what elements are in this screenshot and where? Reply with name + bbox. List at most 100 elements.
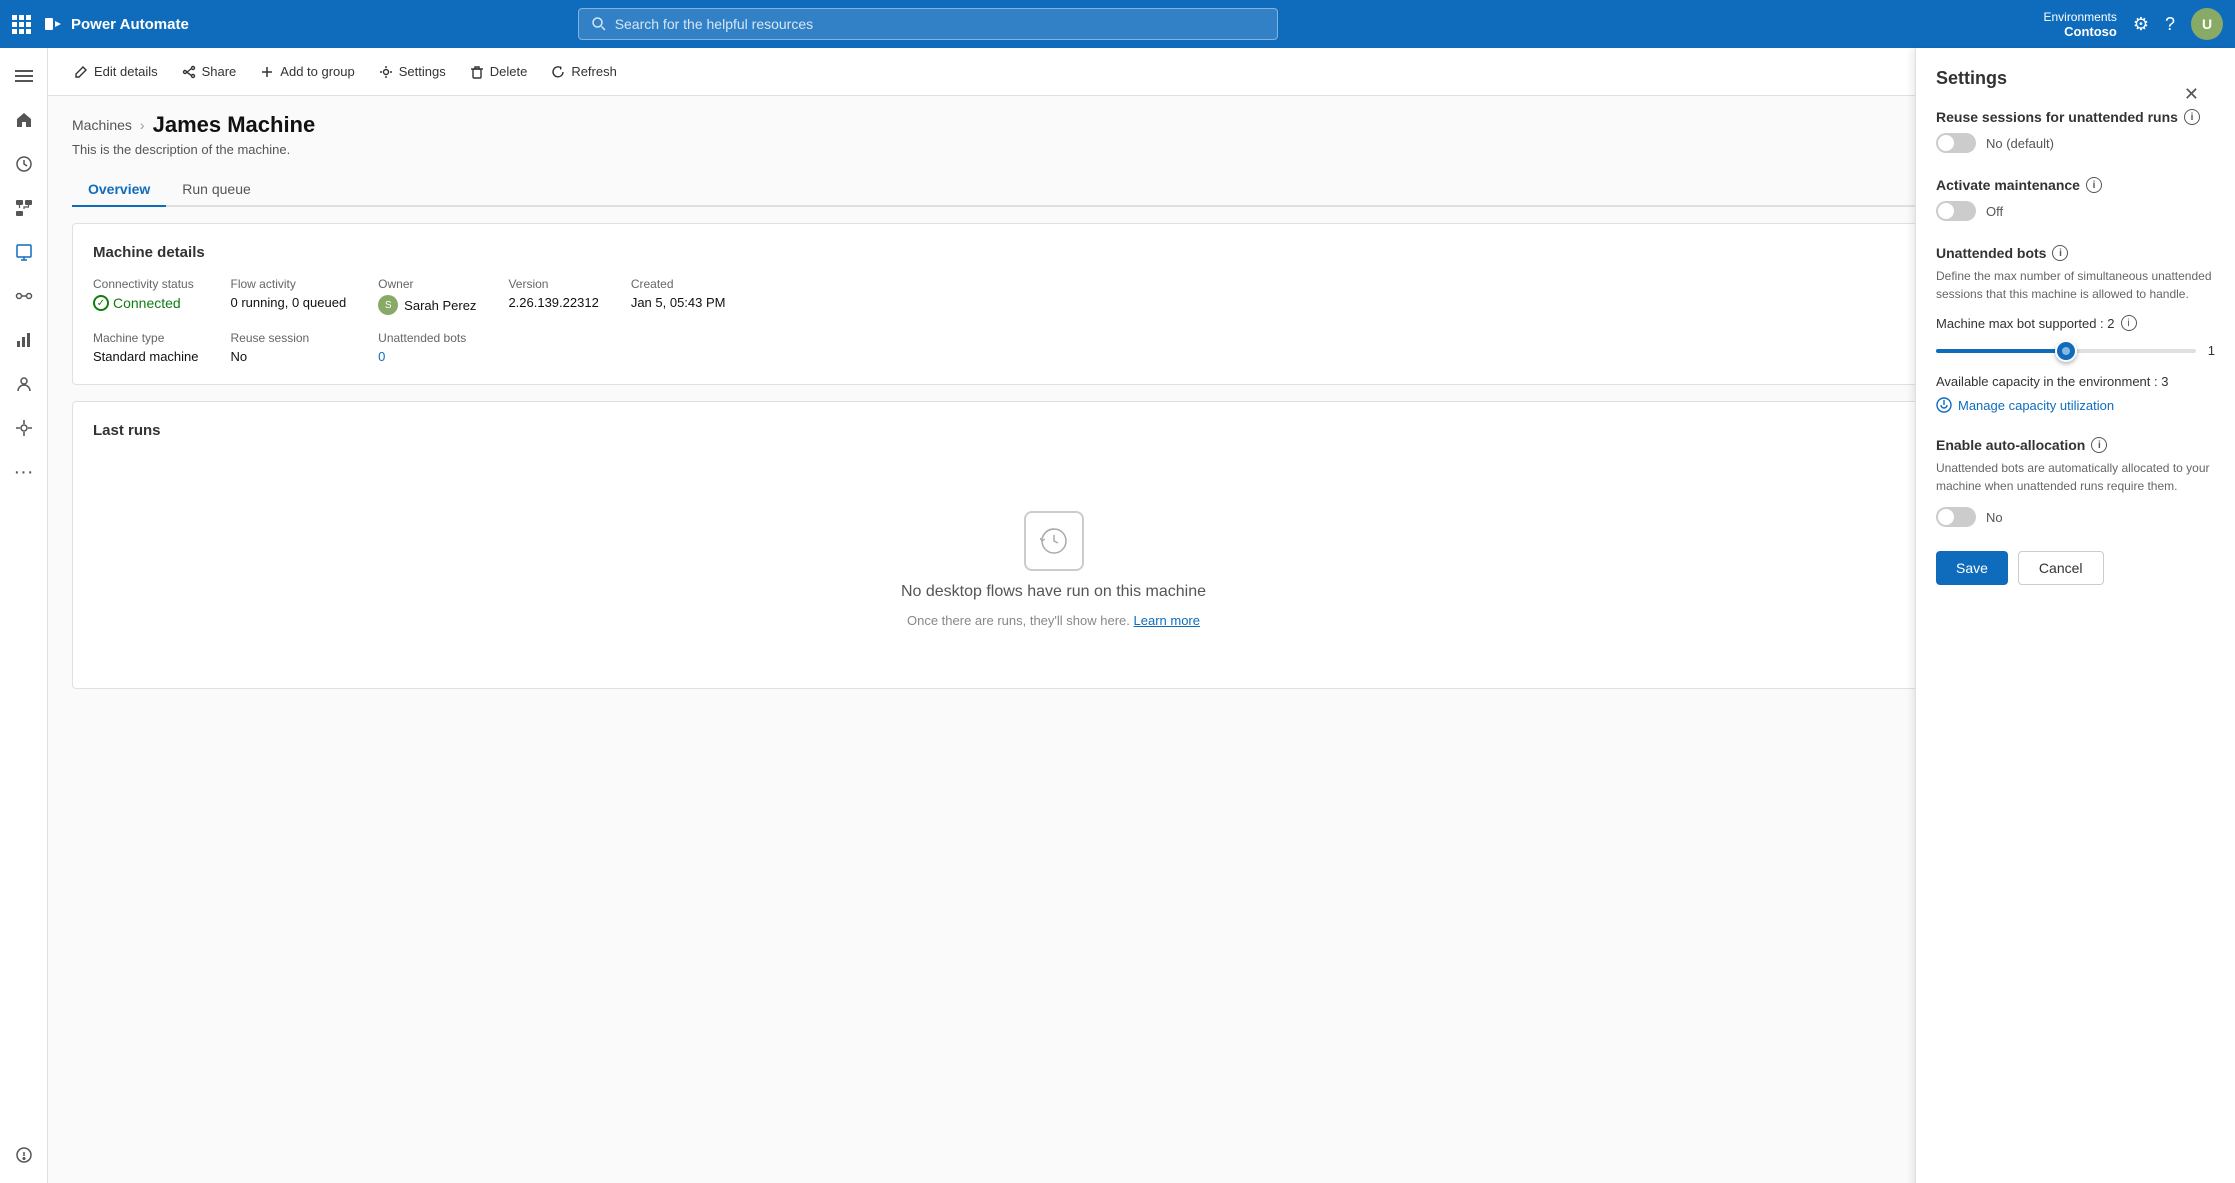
edit-icon bbox=[74, 65, 88, 79]
unattended-bots-title: Unattended bots i bbox=[1936, 245, 2215, 261]
slider-fill bbox=[1936, 349, 2066, 353]
maintenance-label: Off bbox=[1986, 204, 2003, 219]
version-label: Version bbox=[508, 277, 598, 291]
flow-activity-item: Flow activity 0 running, 0 queued bbox=[231, 277, 347, 315]
sidebar-item-activity[interactable] bbox=[4, 144, 44, 184]
sidebar-item-ai[interactable] bbox=[4, 408, 44, 448]
created-label: Created bbox=[631, 277, 2014, 291]
sidebar-item-bottom[interactable] bbox=[4, 1135, 44, 1175]
main-panel: Machine details Connectivity status Conn… bbox=[72, 223, 2035, 689]
reuse-sessions-title: Reuse sessions for unattended runs i bbox=[1936, 109, 2215, 125]
breadcrumb-parent[interactable]: Machines bbox=[72, 117, 132, 133]
empty-sub: Once there are runs, they'll show here. … bbox=[907, 613, 1200, 628]
machine-max-info-icon[interactable]: i bbox=[2121, 315, 2137, 331]
empty-icon bbox=[1024, 511, 1084, 571]
cancel-button[interactable]: Cancel bbox=[2018, 551, 2104, 585]
empty-state: No desktop flows have run on this machin… bbox=[93, 471, 2014, 668]
delete-button[interactable]: Delete bbox=[460, 58, 538, 85]
search-bar[interactable] bbox=[578, 8, 1278, 40]
unattended-bots-item: Unattended bots 0 bbox=[378, 331, 476, 364]
help-icon[interactable]: ? bbox=[2165, 14, 2175, 35]
sidebar-item-connections[interactable] bbox=[4, 276, 44, 316]
edit-details-button[interactable]: Edit details bbox=[64, 58, 168, 85]
breadcrumb-sep: › bbox=[140, 117, 145, 133]
version-item: Version 2.26.139.22312 bbox=[508, 277, 598, 315]
auto-allocation-toggle-row: No bbox=[1936, 507, 2215, 527]
auto-allocation-label: No bbox=[1986, 510, 2003, 525]
machine-details-card: Machine details Connectivity status Conn… bbox=[72, 223, 2035, 385]
unattended-bots-section: Unattended bots i Define the max number … bbox=[1936, 245, 2215, 413]
sidebar-item-shared[interactable] bbox=[4, 364, 44, 404]
app-layout: ··· Edit details Share Add to group bbox=[0, 48, 2235, 1183]
reuse-session-label: Reuse session bbox=[231, 331, 347, 345]
sidebar-item-menu[interactable] bbox=[4, 56, 44, 96]
settings-icon[interactable]: ⚙ bbox=[2133, 14, 2149, 35]
maintenance-section: Activate maintenance i Off bbox=[1936, 177, 2215, 221]
auto-allocation-info-icon[interactable]: i bbox=[2091, 437, 2107, 453]
settings-panel-inner: Settings ✕ Reuse sessions for unattended… bbox=[1936, 68, 2215, 585]
last-runs-header: Last runs See all runs bbox=[93, 422, 2014, 455]
search-input[interactable] bbox=[615, 16, 1265, 32]
manage-capacity-icon bbox=[1936, 397, 1952, 413]
auto-allocation-toggle[interactable] bbox=[1936, 507, 1976, 527]
sidebar-item-home[interactable] bbox=[4, 100, 44, 140]
reuse-sessions-info-icon[interactable]: i bbox=[2184, 109, 2200, 125]
nav-right: Environments Contoso ⚙ ? U bbox=[2043, 8, 2223, 40]
settings-actions: Save Cancel bbox=[1936, 551, 2215, 585]
reuse-session-value: No bbox=[231, 349, 347, 364]
unattended-bots-desc: Define the max number of simultaneous un… bbox=[1936, 267, 2215, 303]
top-nav: Power Automate Environments Contoso ⚙ ? … bbox=[0, 0, 2235, 48]
breadcrumb-current: James Machine bbox=[153, 112, 316, 138]
app-logo: Power Automate bbox=[43, 14, 189, 34]
machine-type-value: Standard machine bbox=[93, 349, 199, 364]
reuse-sessions-toggle-thumb bbox=[1938, 135, 1954, 151]
environment-selector[interactable]: Environments Contoso bbox=[2043, 10, 2116, 39]
tab-run-queue[interactable]: Run queue bbox=[166, 173, 267, 207]
environment-name: Contoso bbox=[2064, 24, 2117, 39]
slider-thumb[interactable] bbox=[2055, 340, 2077, 362]
unattended-bots-label: Unattended bots bbox=[378, 331, 476, 345]
settings-close-button[interactable]: ✕ bbox=[2184, 84, 2199, 105]
search-icon bbox=[591, 16, 607, 32]
manage-capacity-link[interactable]: Manage capacity utilization bbox=[1936, 397, 2215, 413]
maintenance-toggle-thumb bbox=[1938, 203, 1954, 219]
maintenance-toggle[interactable] bbox=[1936, 201, 1976, 221]
reuse-sessions-section: Reuse sessions for unattended runs i No … bbox=[1936, 109, 2215, 153]
connectivity-label: Connectivity status bbox=[93, 277, 199, 291]
created-value: Jan 5, 05:43 PM bbox=[631, 295, 2014, 310]
sidebar-item-flows[interactable] bbox=[4, 188, 44, 228]
refresh-button[interactable]: Refresh bbox=[541, 58, 627, 85]
status-dot bbox=[93, 295, 109, 311]
learn-more-link[interactable]: Learn more bbox=[1134, 613, 1200, 628]
user-avatar[interactable]: U bbox=[2191, 8, 2223, 40]
maintenance-info-icon[interactable]: i bbox=[2086, 177, 2102, 193]
save-button[interactable]: Save bbox=[1936, 551, 2008, 585]
sidebar-item-more[interactable]: ··· bbox=[4, 452, 44, 492]
connectivity-status-item: Connectivity status Connected bbox=[93, 277, 199, 315]
reuse-sessions-toggle[interactable] bbox=[1936, 133, 1976, 153]
unattended-bots-info-icon[interactable]: i bbox=[2052, 245, 2068, 261]
content-area: Edit details Share Add to group Settings… bbox=[48, 48, 2235, 1183]
environment-label: Environments bbox=[2043, 10, 2116, 24]
add-to-group-button[interactable]: Add to group bbox=[250, 58, 364, 85]
delete-icon bbox=[470, 65, 484, 79]
last-runs-title: Last runs bbox=[93, 422, 161, 439]
settings-button[interactable]: Settings bbox=[369, 58, 456, 85]
sidebar-item-analytics[interactable] bbox=[4, 320, 44, 360]
reuse-session-item: Reuse session No bbox=[231, 331, 347, 364]
unattended-bots-link[interactable]: 0 bbox=[378, 349, 385, 364]
tab-overview[interactable]: Overview bbox=[72, 173, 166, 207]
slider-thumb-inner bbox=[2062, 347, 2070, 355]
auto-alloc-desc: Unattended bots are automatically alloca… bbox=[1936, 459, 2215, 495]
tabs: Overview Run queue bbox=[72, 173, 2211, 207]
auto-allocation-section: Enable auto-allocation i Unattended bots… bbox=[1936, 437, 2215, 527]
machine-details-title: Machine details bbox=[93, 244, 2014, 261]
sidebar-item-machines[interactable] bbox=[4, 232, 44, 272]
toolbar: Edit details Share Add to group Settings… bbox=[48, 48, 2235, 96]
share-button[interactable]: Share bbox=[172, 58, 247, 85]
page-description: This is the description of the machine. bbox=[72, 142, 2211, 157]
machine-type-label: Machine type bbox=[93, 331, 199, 345]
owner-value: S Sarah Perez bbox=[378, 295, 476, 315]
waffle-icon[interactable] bbox=[12, 15, 31, 34]
capacity-info: Available capacity in the environment : … bbox=[1936, 374, 2215, 389]
